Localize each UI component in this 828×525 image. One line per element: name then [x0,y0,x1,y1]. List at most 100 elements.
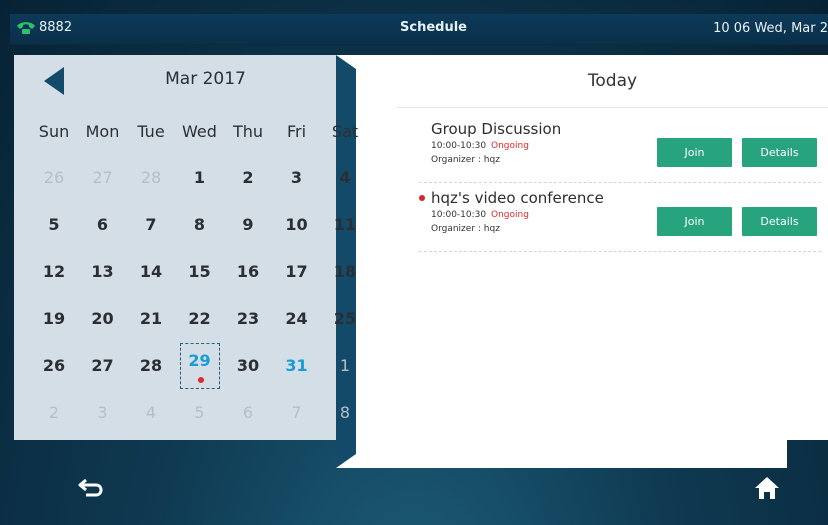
calendar-day[interactable]: 30 [228,351,268,381]
calendar-day-number: 8 [339,403,351,422]
back-arrow-icon[interactable] [78,478,104,498]
calendar-day[interactable]: 6 [83,210,123,240]
calendar-day[interactable]: 31 [277,351,317,381]
calendar-day[interactable]: 7 [277,398,317,428]
calendar-day[interactable]: 18 [325,257,365,287]
calendar-day[interactable]: 15 [180,257,220,287]
calendar-day[interactable]: 1 [325,351,365,381]
calendar-day[interactable]: 2 [34,398,74,428]
event-name: Group Discussion [431,120,562,138]
calendar-day[interactable]: 6 [228,398,268,428]
calendar-day-number: 10 [285,215,308,234]
calendar-day-number: 17 [285,262,308,281]
today-heading: Today [397,55,828,108]
calendar-day[interactable]: 16 [228,257,268,287]
calendar-day[interactable]: 8 [180,210,220,240]
calendar-day-number: 4 [145,403,157,422]
calendar-day-number: 26 [42,356,66,375]
calendar-day[interactable]: 5 [180,398,220,428]
event-name: hqz's video conference [431,189,604,207]
calendar-day[interactable]: 11 [325,210,365,240]
clock: 10 06 Wed, Mar 2 [713,21,828,36]
calendar-day[interactable]: 25 [325,304,365,334]
calendar-day[interactable]: 4 [131,398,171,428]
calendar-day[interactable]: 4 [325,163,365,193]
calendar-day[interactable]: 14 [131,257,171,287]
calendar-day-number: 24 [285,309,308,328]
calendar-day-number: 1 [339,356,351,375]
calendar-day[interactable]: 22 [180,304,220,334]
calendar-day-number: 1 [193,168,206,187]
calendar-day[interactable]: 5 [34,210,74,240]
calendar-day[interactable]: 9 [228,210,268,240]
calendar-day-number: 30 [236,356,260,375]
calendar-day[interactable]: 12 [34,257,74,287]
calendar-day-number: 26 [43,168,65,187]
calendar-day[interactable]: 3 [83,398,123,428]
weekday-label: Fri [286,122,307,141]
home-icon[interactable] [754,476,780,500]
calendar-day[interactable]: 26 [34,351,74,381]
event-time: 10:00-10:30 [431,141,487,151]
calendar-day-number: 21 [139,309,163,328]
calendar-day-number: 25 [333,309,357,328]
calendar-day[interactable]: 26 [34,163,74,193]
calendar-day[interactable]: 1 [180,163,220,193]
calendar-day[interactable]: 27 [83,351,123,381]
event-time: 10:00-10:30 [431,210,487,220]
calendar-day-number: 4 [339,168,351,187]
calendar-day[interactable]: 27 [83,163,123,193]
status-bar: 8882 Schedule 10 06 Wed, Mar 2 [10,14,828,45]
calendar-day-number: 5 [194,403,205,422]
calendar-day[interactable]: 21 [131,304,171,334]
calendar-day-number: 6 [96,215,109,234]
weekday-label: Sat [331,122,359,141]
event-organizer: Organizer : hqz [431,155,500,165]
calendar-day-number: 22 [188,309,211,328]
calendar-day-number: 29 [188,351,211,370]
calendar-day[interactable]: 10 [277,210,317,240]
calendar-day[interactable]: 28 [131,351,171,381]
calendar-day[interactable]: 20 [83,304,123,334]
calendar-day-number: 28 [140,168,162,187]
calendar-day-selected[interactable]: 29 [179,343,220,389]
calendar-day-number: 12 [42,262,66,281]
details-button[interactable]: Details [742,207,817,236]
event-organizer: Organizer : hqz [431,224,500,234]
details-button[interactable]: Details [742,138,817,167]
calendar-day[interactable]: 28 [131,163,171,193]
calendar-day[interactable]: 19 [34,304,74,334]
calendar-day-number: 9 [242,215,254,234]
calendar-day-number: 27 [91,356,114,375]
calendar-day[interactable]: 24 [277,304,317,334]
event-status: Ongoing [491,141,529,151]
calendar-day-number: 7 [145,215,157,234]
calendar-day-number: 2 [242,168,254,187]
calendar-day-number: 13 [91,262,114,281]
calendar-day-number: 18 [333,262,357,281]
weekday-label: Sun [38,122,70,141]
calendar-day[interactable]: 3 [277,163,317,193]
calendar-day[interactable]: 17 [277,257,317,287]
weekday-label: Tue [137,122,165,141]
join-button[interactable]: Join [657,207,732,236]
phone-icon [17,21,35,34]
join-button[interactable]: Join [657,138,732,167]
calendar-day-number: 16 [236,262,260,281]
calendar-day-number: 27 [92,168,113,187]
calendar-day[interactable]: 13 [83,257,123,287]
calendar: Mar 2017 Sun Mon Tue Wed Thu Fri Sat 26 27 28 1 2 3 4… [14,55,787,468]
calendar-day[interactable]: 8 [325,398,365,428]
event-item: Group Discussion 10:00-10:30 Ongoing Org… [419,120,821,183]
calendar-day-number: 2 [48,403,60,422]
calendar-day[interactable]: 23 [228,304,268,334]
line-status: 8882 [16,20,72,35]
calendar-day[interactable]: 2 [228,163,268,193]
event-time-row: 10:00-10:30 Ongoing [431,210,529,220]
calendar-day-number: 23 [236,309,260,328]
calendar-day[interactable]: 7 [131,210,171,240]
calendar-day-number: 15 [188,262,211,281]
event-item: hqz's video conference 10:00-10:30 Ongoi… [419,189,821,252]
page-title: Schedule [400,20,467,35]
calendar-day-number: 28 [139,356,163,375]
